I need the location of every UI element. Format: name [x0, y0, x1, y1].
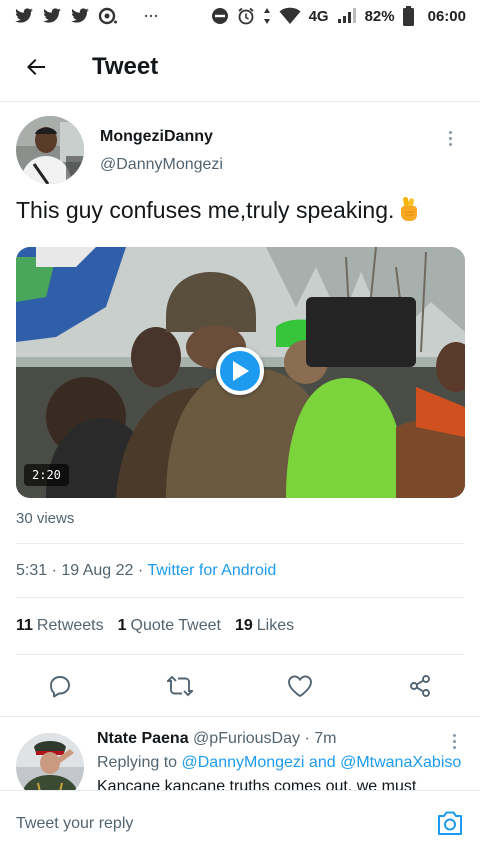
reply-input[interactable]: Tweet your reply — [16, 815, 133, 833]
replying-to-joiner: and — [308, 754, 336, 771]
signal-icon — [337, 8, 357, 24]
tweet-text: This guy confuses me,truly speaking. — [16, 196, 466, 224]
view-count: 30 views — [16, 510, 75, 527]
more-notifications-icon — [144, 13, 158, 19]
replying-to-user-2[interactable]: @MtwanaXabiso — [340, 754, 461, 771]
camera-icon — [438, 811, 462, 835]
back-button[interactable] — [16, 47, 56, 87]
page-title: Tweet — [92, 52, 159, 80]
app-notification-icon — [98, 7, 118, 25]
twitter-notification-icon — [14, 8, 34, 24]
likes-stat[interactable]: 19 Likes — [235, 617, 294, 635]
reply-author-handle[interactable]: @pFuriousDay — [193, 730, 300, 747]
divider — [16, 597, 464, 598]
quotes-count: 1 — [117, 617, 127, 634]
network-type: 4G — [308, 7, 329, 25]
camera-button[interactable] — [436, 809, 464, 837]
arrow-left-icon — [24, 55, 48, 79]
tweet-timestamp: 5:31 · 19 Aug 22 · — [16, 562, 148, 579]
author-name[interactable]: MongeziDanny — [100, 128, 213, 146]
tweet-actions — [0, 668, 480, 704]
status-bar: 4G 82% 06:00 — [0, 0, 480, 32]
reply-button[interactable] — [42, 668, 78, 704]
reply-author-name[interactable]: Ntate Paena — [97, 730, 189, 747]
tweet-source-link[interactable]: Twitter for Android — [147, 562, 276, 579]
reply-icon — [50, 676, 70, 698]
battery-percent: 82% — [364, 7, 395, 25]
retweet-button[interactable] — [162, 668, 198, 704]
quote-tweets-stat[interactable]: 1 Quote Tweet — [118, 617, 221, 635]
like-icon — [288, 675, 312, 697]
reply-time: · 7m — [304, 730, 337, 747]
play-icon — [233, 361, 249, 381]
replying-to-label: Replying to — [97, 754, 178, 771]
tweet-meta: 5:31 · 19 Aug 22 · Twitter for Android — [16, 562, 276, 580]
reply-avatar[interactable] — [16, 733, 84, 790]
crossed-fingers-emoji-icon — [398, 196, 420, 222]
tweet-text-body: This guy confuses me,truly speaking. — [16, 197, 395, 223]
retweet-icon — [167, 675, 193, 697]
replying-to: Replying to @DannyMongezi and @MtwanaXab… — [97, 754, 461, 772]
author-handle[interactable]: @DannyMongezi — [100, 156, 223, 174]
avatar[interactable] — [16, 116, 84, 184]
clock: 06:00 — [427, 7, 466, 25]
battery-icon — [402, 6, 414, 26]
reply-text: Kancane kancane truths comes out, we mus… — [97, 778, 417, 790]
divider — [16, 654, 464, 655]
share-icon — [410, 675, 430, 697]
share-button[interactable] — [402, 668, 438, 704]
like-button[interactable] — [282, 668, 318, 704]
do-not-disturb-icon — [211, 7, 229, 25]
more-options-button[interactable] — [440, 126, 460, 150]
wifi-icon — [279, 7, 301, 25]
reply-composer: Tweet your reply — [0, 790, 480, 854]
alarm-icon — [237, 7, 255, 25]
tweet-author: MongeziDanny @DannyMongezi — [16, 116, 466, 188]
tweet-stats: 11 Retweets 1 Quote Tweet 19 Likes — [16, 617, 294, 635]
likes-label: Likes — [256, 617, 295, 634]
retweets-label: Retweets — [36, 617, 104, 634]
twitter-notification-icon — [42, 8, 62, 24]
reply-more-options-button[interactable] — [444, 729, 464, 753]
divider — [16, 543, 464, 544]
video-duration: 2:20 — [24, 464, 69, 486]
retweets-count: 11 — [16, 617, 33, 634]
play-button[interactable] — [216, 347, 264, 395]
data-transfer-icon — [263, 7, 271, 25]
likes-count: 19 — [234, 617, 253, 634]
video-player[interactable]: 2:20 — [16, 247, 465, 498]
app-header: Tweet — [0, 32, 480, 102]
retweets-stat[interactable]: 11 Retweets — [16, 617, 104, 635]
replying-to-user-1[interactable]: @DannyMongezi — [182, 754, 305, 771]
reply-tweet[interactable]: Ntate Paena @pFuriousDay · 7m Replying t… — [0, 716, 480, 790]
reply-header: Ntate Paena @pFuriousDay · 7m — [97, 730, 336, 748]
quotes-label: Quote Tweet — [130, 617, 221, 634]
twitter-notification-icon — [70, 8, 90, 24]
